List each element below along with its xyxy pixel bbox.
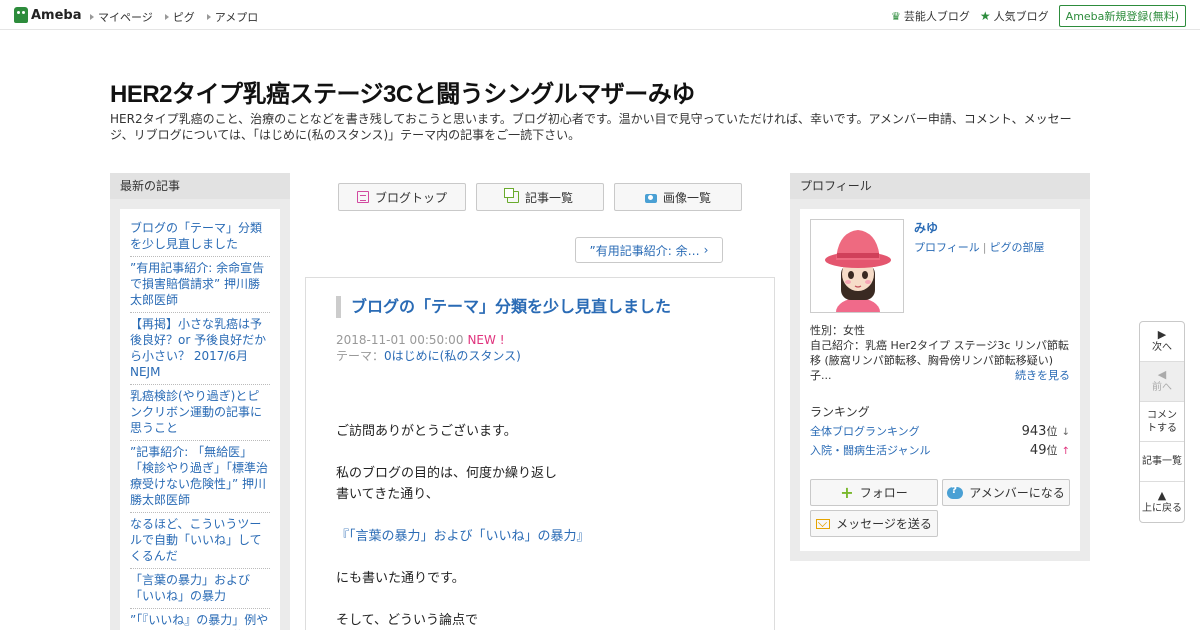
profile-name[interactable]: みゆ <box>914 219 938 236</box>
star-icon: ★ <box>979 9 991 23</box>
arrow-down-icon: ↓ <box>1061 427 1070 438</box>
body-paragraph: ご訪問ありがとうございます。 <box>336 424 517 439</box>
ranking-value: 49位 ↑ <box>1029 443 1070 458</box>
profile-box: みゆ プロフィール | ピグの部屋 性別：女性 自己紹介：乳癌 Her2タイプ ステ… <box>800 209 1080 551</box>
triangle-right-icon <box>206 14 211 20</box>
read-more-link[interactable]: 続きを見る <box>1015 367 1070 383</box>
play-left-icon: ◀ <box>1157 368 1167 381</box>
camera-icon <box>644 193 657 203</box>
copy-icon <box>503 188 519 203</box>
article-date: 2018-11-01 00:50:00 <box>336 333 464 347</box>
recent-article-link[interactable]: ”有用記事紹介: 余命宣告で損害賠償請求” 押川勝太郎医師 <box>130 257 270 313</box>
recent-articles-panel: 最新の記事 ブログの「テーマ」分類を少し見直しました ”有用記事紹介: 余命宣告… <box>110 173 290 630</box>
amember-button[interactable]: アメンバーになる <box>942 479 1070 506</box>
recent-article-link[interactable]: 乳癌検診(やり過ぎ)とピンクリボン運動の記事に思うこと <box>130 385 270 441</box>
ranking-heading: ランキング <box>810 405 870 419</box>
question-bubble-icon <box>947 485 964 499</box>
top-right-links: ♛ 芸能人ブログ ★ 人気ブログ Ameba新規登録(無料) <box>891 5 1186 27</box>
theme-link[interactable]: 0はじめに(私のスタンス) <box>384 349 521 363</box>
popular-blog-link[interactable]: ★ 人気ブログ <box>980 8 1049 24</box>
envelope-icon <box>816 518 831 529</box>
follow-button[interactable]: + フォロー <box>810 479 938 506</box>
body-paragraph: そして、どういう論点で <box>336 613 478 628</box>
recent-article-link[interactable]: ”記事紹介: 「無給医」「検診やり過ぎ」「標準治療受けない危険性」” 押川勝太郎… <box>130 441 270 513</box>
avatar[interactable] <box>810 219 904 313</box>
triangle-right-icon <box>164 14 169 20</box>
nav-mypage[interactable]: マイページ <box>90 9 153 25</box>
new-badge: NEW ! <box>467 333 505 347</box>
triangle-up-icon: ▲ <box>1157 488 1167 502</box>
blog-title[interactable]: HER2タイプ乳癌ステージ3Cと闘うシングルマザーみゆ <box>110 74 695 109</box>
article-body: ご訪問ありがとうございます。 私のブログの目的は、何度か繰り返し 書いてきた通り、… <box>336 421 756 630</box>
send-message-button[interactable]: メッセージを送る <box>810 510 938 537</box>
separator: | <box>982 241 987 254</box>
body-link-paragraph: 『「言葉の暴力」および「いいね」の暴力』 <box>336 526 756 547</box>
triangle-right-icon <box>90 14 94 20</box>
profile-gender: 性別：女性 <box>810 324 865 337</box>
previous-article-button[interactable]: ”有用記事紹介: 余… › <box>575 237 723 263</box>
crown-icon: ♛ <box>891 9 901 23</box>
recent-article-link[interactable]: ブログの「テーマ」分類を少し見直しました <box>130 217 270 257</box>
next-button[interactable]: ▶ 次へ <box>1140 322 1184 362</box>
image-list-button[interactable]: 画像一覧 <box>614 183 742 211</box>
ranking-label[interactable]: 入院・闘病生活ジャンル <box>810 442 930 458</box>
article-list-button[interactable]: 記事一覧 <box>476 183 604 211</box>
nav-amepro[interactable]: アメプロ <box>206 9 258 25</box>
blog-description: HER2タイプ乳癌のこと、治療のことなどを書き残しておこうと思います。ブログ初心… <box>110 112 1072 142</box>
recent-article-link[interactable]: 【再掲】小さな乳癌は予後良好？or 予後良好だから小さい？ 2017/6月 NE… <box>130 313 270 385</box>
recent-article-link[interactable]: 「言葉の暴力」および「いいね」の暴力 <box>130 569 270 609</box>
avatar-illustration <box>811 220 903 312</box>
chevron-right-icon: › <box>703 243 709 257</box>
nav-pigg[interactable]: ピグ <box>164 9 195 25</box>
blog-top-button[interactable]: ブログトップ <box>338 183 466 211</box>
recent-articles-heading: 最新の記事 <box>110 173 290 199</box>
body-paragraph: にも書いた通りです。 <box>336 571 465 586</box>
body-article-link[interactable]: 『「言葉の暴力」および「いいね」の暴力』 <box>336 529 590 544</box>
profile-panel: プロフィール みゆ プロフィール | ピグの部屋 性別：女性 自己紹介：乳癌 H… <box>790 173 1090 561</box>
comment-button[interactable]: コメントする <box>1140 402 1184 442</box>
arrow-up-icon: ↑ <box>1061 446 1070 457</box>
article-title[interactable]: ブログの「テーマ」分類を少し見直しました <box>336 296 671 318</box>
top-bar: Ameba マイページ ピグ アメプロ ♛ 芸能人ブログ ★ 人気ブログ Ameba… <box>0 0 1200 30</box>
prev-button[interactable]: ◀ 前へ <box>1140 362 1184 402</box>
logo-text: Ameba <box>31 7 82 23</box>
recent-article-link[interactable]: なるほど、こういうツールで自動「いいね」してくるんだ <box>130 513 270 569</box>
top-nav: マイページ ピグ アメプロ <box>90 9 258 25</box>
recent-articles-list: ブログの「テーマ」分類を少し見直しました ”有用記事紹介: 余命宣告で損害賠償請… <box>120 209 280 630</box>
play-right-icon: ▶ <box>1157 328 1167 341</box>
ranking-row-genre: 入院・闘病生活ジャンル 49位 ↑ <box>810 442 1070 458</box>
floating-nav: ▶ 次へ ◀ 前へ コメントする 記事一覧 ▲ 上に戻る <box>1139 321 1185 523</box>
body-paragraph: 私のブログの目的は、何度か繰り返し 書いてきた通り、 <box>336 466 558 502</box>
plus-icon: + <box>840 482 854 502</box>
recent-article-link[interactable]: ”「『いいね』の暴力」例やめて下さい”のその後 <box>130 609 270 630</box>
article-meta: 2018-11-01 00:50:00 NEW ! テーマ：0はじめに(私のスタン… <box>336 332 521 364</box>
profile-link[interactable]: プロフィール <box>914 241 980 254</box>
ranking-row-overall: 全体ブログランキング 943位 ↓ <box>810 423 1070 439</box>
pigg-room-link[interactable]: ピグの部屋 <box>990 241 1045 254</box>
article-list-float-button[interactable]: 記事一覧 <box>1140 442 1184 482</box>
ranking-label[interactable]: 全体ブログランキング <box>810 423 920 439</box>
back-to-top-button[interactable]: ▲ 上に戻る <box>1140 482 1184 522</box>
blog-nav-buttons: ブログトップ 記事一覧 画像一覧 <box>338 183 742 211</box>
celeb-blog-link[interactable]: ♛ 芸能人ブログ <box>891 8 970 24</box>
ameba-logo-icon <box>14 7 28 23</box>
ranking-value: 943位 ↓ <box>1021 424 1070 439</box>
theme-label: テーマ： <box>336 349 385 363</box>
ameba-logo[interactable]: Ameba <box>14 7 82 23</box>
article: ブログの「テーマ」分類を少し見直しました 2018-11-01 00:50:00… <box>305 277 775 630</box>
document-icon <box>356 191 369 203</box>
profile-heading: プロフィール <box>790 173 1090 199</box>
profile-links: プロフィール | ピグの部屋 <box>914 239 1045 255</box>
signup-button[interactable]: Ameba新規登録(無料) <box>1058 5 1186 27</box>
